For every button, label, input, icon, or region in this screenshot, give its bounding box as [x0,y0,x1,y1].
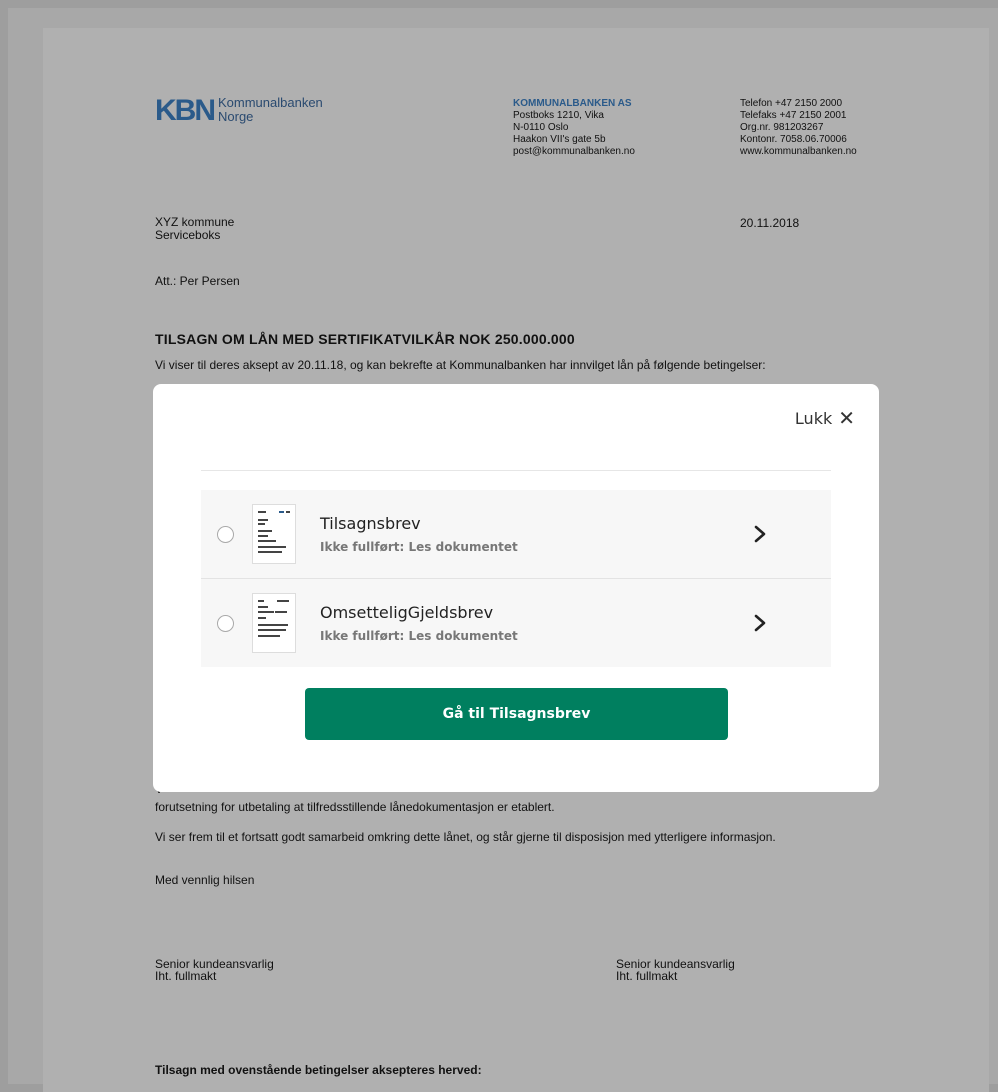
recipient-address: XYZ kommune Serviceboks [155,216,234,242]
letter-closing: Med vennlig hilsen [155,873,255,887]
document-title: Tilsagnsbrev [320,514,421,533]
recipient-line: Serviceboks [155,228,221,242]
document-text: OmsetteligGjeldsbrev Ikke fullført: Les … [320,603,518,643]
close-label: Lukk [794,408,833,428]
sender-name: KOMMUNALBANKEN AS [513,98,632,109]
contact-line: Kontonr. 7058.06.70006 [740,134,847,145]
signature-right: Senior kundeansvarlig Iht. fullmakt [616,958,735,982]
letter-paragraph: Vi ser frem til et fortsatt godt samarbe… [155,830,776,844]
logo-text: Kommunalbanken Norge [218,96,323,124]
document-item-omsetteliggjeldsbrev[interactable]: OmsetteligGjeldsbrev Ikke fullført: Les … [201,579,831,667]
letter-date: 20.11.2018 [740,216,800,230]
document-radio[interactable] [217,525,234,543]
document-list: Tilsagnsbrev Ikke fullført: Les dokument… [201,490,831,667]
signature-authority: Iht. fullmakt [616,969,678,983]
letter-paragraph: forutsetning for utbetaling at tilfredss… [155,800,555,814]
sender-line: post@kommunalbanken.no [513,146,635,157]
contact-line: Telefaks +47 2150 2001 [740,110,847,121]
letter-intro: Vi viser til deres aksept av 20.11.18, o… [155,358,766,372]
close-button[interactable]: Lukk ✕ [795,408,855,428]
sender-line: N-0110 Oslo [513,122,569,133]
letter-title: TILSAGN OM LÅN MED SERTIFIKATVILKÅR NOK … [155,331,575,347]
go-to-tilsagnsbrev-button[interactable]: Gå til Tilsagnsbrev [305,688,728,740]
signature-left: Senior kundeansvarlig Iht. fullmakt [155,958,274,982]
document-text: Tilsagnsbrev Ikke fullført: Les dokument… [320,514,518,554]
document-status: Ikke fullført: Les dokumentet [320,629,518,643]
document-thumbnail [252,593,296,653]
logo-line-1: Kommunalbanken [218,95,323,110]
attention-line: Att.: Per Persen [155,274,240,288]
document-selection-modal: Lukk ✕ Tilsagnsbrev Ikke fullført: Les d… [153,384,879,792]
document-title: OmsetteligGjeldsbrev [320,603,494,622]
sender-line: Haakon VII's gate 5b [513,134,606,145]
divider [201,470,831,471]
document-item-tilsagnsbrev[interactable]: Tilsagnsbrev Ikke fullført: Les dokument… [201,490,831,579]
document-status: Ikke fullført: Les dokumentet [320,540,518,554]
sender-address: KOMMUNALBANKEN AS Postboks 1210, Vika N-… [513,98,635,158]
chevron-right-icon [754,525,766,543]
signature-authority: Iht. fullmakt [155,969,217,983]
contact-line: www.kommunalbanken.no [740,146,857,157]
acceptance-heading: Tilsagn med ovenstående betingelser akse… [155,1063,482,1077]
contact-info: Telefon +47 2150 2000 Telefaks +47 2150 … [740,98,857,158]
contact-line: Telefon +47 2150 2000 [740,98,843,109]
logo-line-2: Norge [218,109,254,124]
sender-line: Postboks 1210, Vika [513,110,604,121]
document-thumbnail [252,504,296,564]
document-radio[interactable] [217,614,234,632]
logo-mark: KBN [155,94,216,127]
close-icon: ✕ [838,406,855,430]
contact-line: Org.nr. 981203267 [740,122,824,133]
kbn-logo: KBN Kommunalbanken Norge [155,96,323,126]
chevron-right-icon [754,614,766,632]
